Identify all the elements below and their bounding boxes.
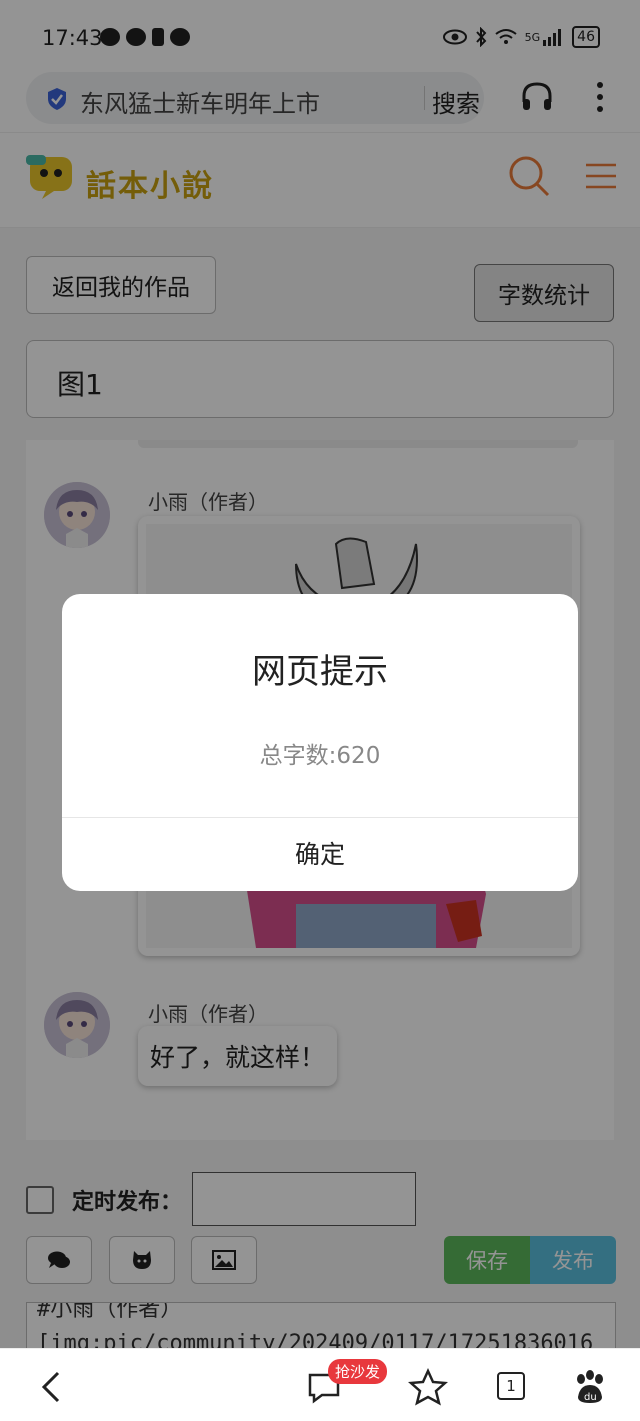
dialog-ok-button[interactable]: 确定 [62,818,578,891]
dialog-message: 总字数:620 [259,743,381,769]
star-icon[interactable] [408,1367,448,1407]
svg-text:du: du [584,1392,597,1403]
browser-bottom-nav: 抢沙发 1 du [0,1348,640,1421]
baidu-paw-icon[interactable]: du [570,1367,610,1407]
alert-dialog: 网页提示 总字数:620 确定 [62,594,578,891]
comment-badge: 抢沙发 [328,1359,388,1384]
tabs-button[interactable]: 1 [497,1372,525,1400]
dialog-title: 网页提示 [252,652,388,692]
back-arrow-icon[interactable] [34,1367,74,1407]
